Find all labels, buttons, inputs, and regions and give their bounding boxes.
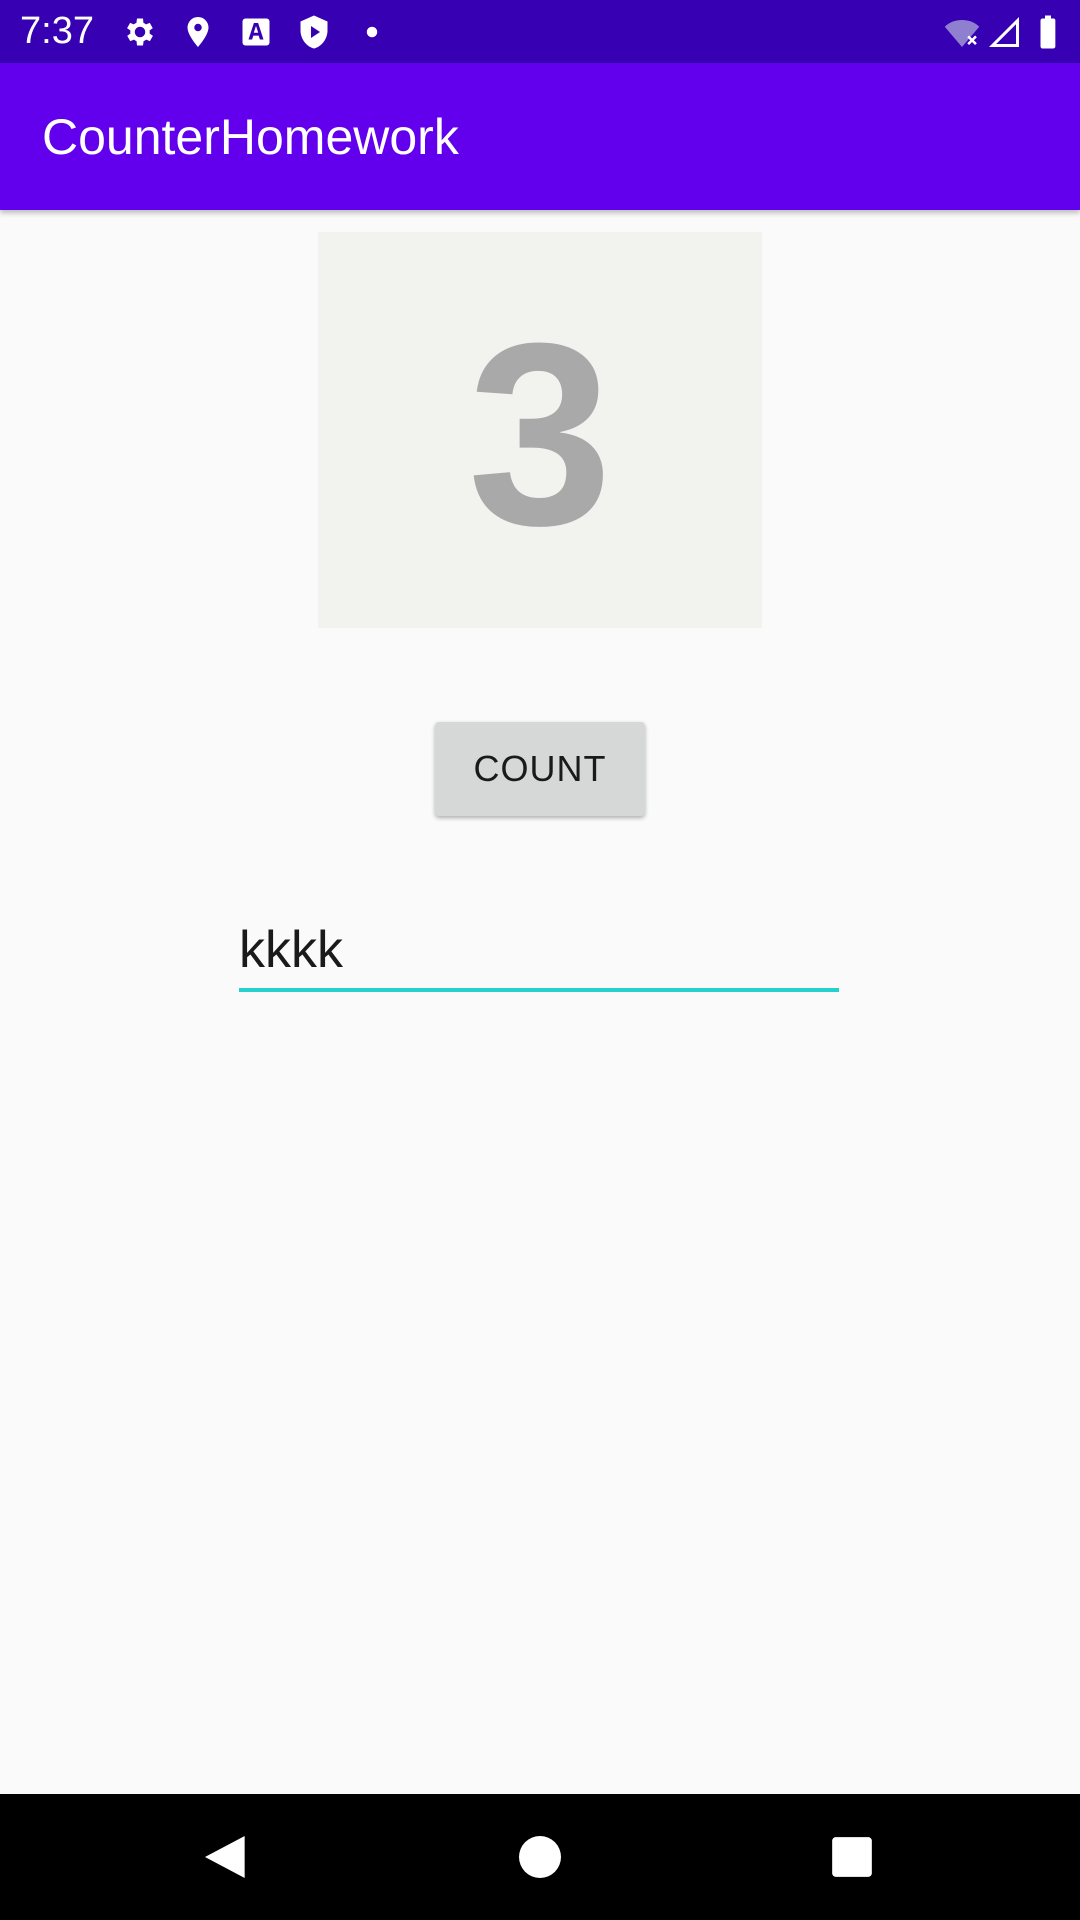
counter-display: 3 [318, 232, 762, 628]
text-input-value[interactable]: kkkk [239, 920, 343, 980]
recents-icon[interactable] [824, 1829, 880, 1885]
app-bar: CounterHomework [0, 63, 1080, 210]
screen: 7:37 CounterHomework 3 COUNT kkkk [0, 0, 1080, 1920]
font-download-icon [242, 18, 270, 46]
navigation-bar [0, 1794, 1080, 1920]
dot-icon [366, 26, 378, 38]
status-time: 7:37 [20, 10, 94, 52]
location-pin-icon [187, 17, 209, 47]
wifi-off-icon [944, 20, 980, 47]
cell-signal-icon [989, 17, 1019, 47]
home-icon[interactable] [512, 1829, 568, 1885]
count-button[interactable]: COUNT [435, 722, 645, 816]
status-bar: 7:37 [0, 0, 1080, 63]
app-title: CounterHomework [42, 109, 459, 165]
counter-value: 3 [467, 290, 613, 580]
battery-icon [1040, 15, 1056, 49]
text-input[interactable]: kkkk [239, 912, 839, 992]
back-icon[interactable] [198, 1829, 254, 1885]
gear-icon [127, 18, 153, 46]
text-input-underline [239, 988, 839, 992]
play-shield-icon [300, 15, 328, 49]
